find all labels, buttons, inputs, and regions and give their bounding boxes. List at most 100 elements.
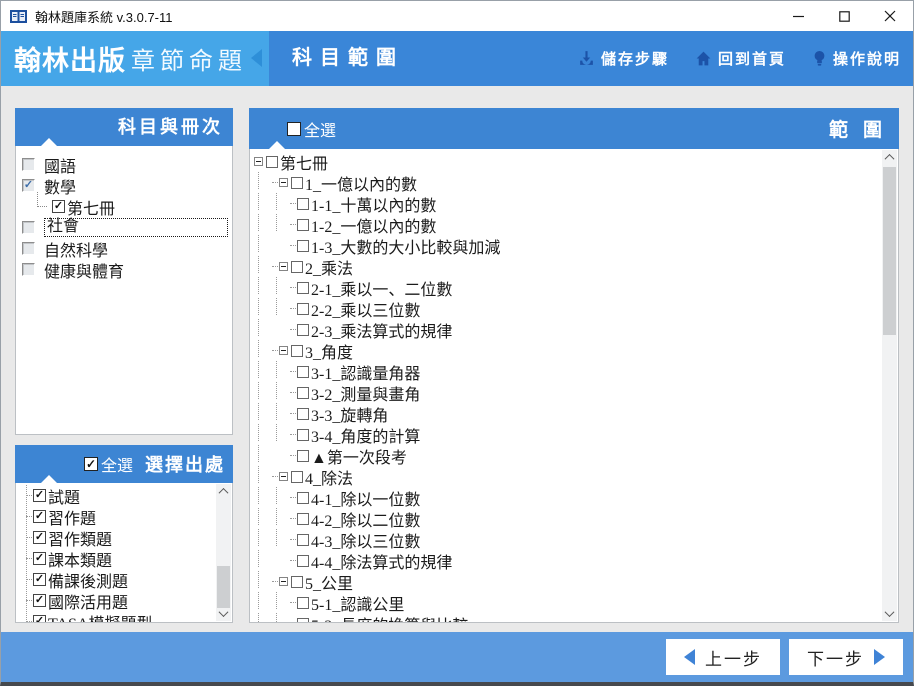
checkbox[interactable]: ✓: [33, 573, 46, 586]
checkbox[interactable]: [297, 533, 309, 546]
checkbox[interactable]: [297, 428, 309, 441]
checkbox[interactable]: [297, 365, 309, 378]
source-row[interactable]: ✓ 國際活用題: [16, 590, 216, 612]
tree-node-label[interactable]: 5-2_長度的換算與比較: [311, 612, 468, 623]
source-row[interactable]: ✓ 習作類題: [16, 527, 216, 549]
tree-row[interactable]: ▲第一次段考: [250, 445, 882, 467]
tree-row[interactable]: 5-2_長度的換算與比較: [250, 613, 882, 622]
tree-row[interactable]: 3-4_角度的計算: [250, 424, 882, 446]
help-button[interactable]: 操作說明: [812, 48, 901, 69]
collapse-toggle-icon[interactable]: [254, 157, 263, 166]
save-steps-button[interactable]: 儲存步驟: [578, 48, 669, 69]
checkbox[interactable]: [297, 407, 309, 420]
checkbox[interactable]: [297, 239, 309, 252]
checkbox[interactable]: [22, 221, 35, 234]
checkbox[interactable]: ✓: [33, 531, 46, 544]
tree-row[interactable]: 4-4_除法算式的規律: [250, 550, 882, 572]
select-all-checkbox[interactable]: ✓: [83, 457, 98, 471]
tree-row[interactable]: 2-1_乘以一、二位數: [250, 277, 882, 299]
checkbox[interactable]: [22, 158, 35, 171]
tree-scrollbar[interactable]: [882, 150, 897, 621]
checkbox[interactable]: [291, 176, 303, 189]
source-row[interactable]: ✓ 習作題: [16, 506, 216, 528]
scroll-up-button[interactable]: [882, 150, 897, 165]
checkbox[interactable]: ✓: [33, 552, 46, 565]
subject-row[interactable]: 社會: [16, 217, 232, 238]
collapse-toggle-icon[interactable]: [279, 178, 288, 187]
checkbox[interactable]: [22, 242, 35, 255]
source-row[interactable]: ✓ 備課後測題: [16, 569, 216, 591]
checkbox[interactable]: ✓: [33, 489, 46, 502]
tree-row[interactable]: 1-1_十萬以內的數: [250, 193, 882, 215]
checkbox[interactable]: ✓: [33, 594, 46, 607]
checkbox[interactable]: [297, 449, 309, 462]
home-button[interactable]: 回到首頁: [695, 48, 786, 69]
scroll-thumb[interactable]: [217, 566, 230, 608]
tree-row[interactable]: 4-2_除以二位數: [250, 508, 882, 530]
checkbox[interactable]: [297, 323, 309, 336]
tree-row[interactable]: 第七冊: [250, 151, 882, 173]
subject-row[interactable]: 健康與體育: [16, 258, 232, 282]
checkbox[interactable]: [297, 281, 309, 294]
source-row[interactable]: ✓ 試題: [16, 485, 216, 507]
select-all-checkbox[interactable]: [287, 121, 301, 136]
checkbox[interactable]: [297, 554, 309, 567]
subject-row[interactable]: 自然科學: [16, 238, 232, 260]
scope-select-all[interactable]: 全選: [287, 117, 336, 141]
collapse-toggle-icon[interactable]: [279, 577, 288, 586]
close-button[interactable]: [867, 1, 913, 31]
sources-scrollbar[interactable]: [216, 484, 231, 621]
subject-label[interactable]: 社會: [44, 218, 228, 237]
checkbox[interactable]: [291, 470, 303, 483]
checkbox[interactable]: [297, 512, 309, 525]
tree-row[interactable]: 2_乘法: [250, 256, 882, 278]
tree-row[interactable]: 3_角度: [250, 340, 882, 362]
checkbox[interactable]: [22, 263, 35, 276]
checkbox[interactable]: ✓: [33, 510, 46, 523]
maximize-button[interactable]: [821, 1, 867, 31]
tree-row[interactable]: 3-3_旋轉角: [250, 403, 882, 425]
checkbox[interactable]: [291, 344, 303, 357]
scroll-thumb[interactable]: [883, 167, 896, 335]
minimize-button[interactable]: [775, 1, 821, 31]
tree-row[interactable]: 2-3_乘法算式的規律: [250, 319, 882, 341]
checkbox[interactable]: [291, 575, 303, 588]
tree-row[interactable]: 1-2_一億以內的數: [250, 214, 882, 236]
subject-row[interactable]: ✓ 數學: [16, 175, 232, 197]
checkbox[interactable]: [297, 197, 309, 210]
tree-row[interactable]: 2-2_乘以三位數: [250, 298, 882, 320]
collapse-toggle-icon[interactable]: [279, 262, 288, 271]
checkbox[interactable]: [297, 491, 309, 504]
source-row[interactable]: ✓ 課本類題: [16, 548, 216, 570]
checkbox[interactable]: ✓: [52, 200, 65, 213]
sources-select-all[interactable]: ✓ 全選: [83, 452, 133, 476]
checkbox[interactable]: ✓: [22, 179, 35, 192]
tree-row[interactable]: 3-2_測量與畫角: [250, 382, 882, 404]
next-step-button[interactable]: 下一步: [789, 639, 903, 675]
checkbox[interactable]: [297, 596, 309, 609]
collapse-toggle-icon[interactable]: [279, 346, 288, 355]
scroll-down-button[interactable]: [216, 606, 231, 621]
tree-row[interactable]: 5-1_認識公里: [250, 592, 882, 614]
subject-label[interactable]: 健康與體育: [44, 258, 124, 282]
tree-row[interactable]: 4_除法: [250, 466, 882, 488]
collapse-toggle-icon[interactable]: [279, 472, 288, 481]
scroll-up-button[interactable]: [216, 484, 231, 499]
tree-row[interactable]: 3-1_認識量角器: [250, 361, 882, 383]
checkbox[interactable]: [297, 617, 309, 622]
source-label[interactable]: TASA模擬題型: [48, 610, 153, 623]
checkbox[interactable]: ✓: [33, 615, 46, 622]
checkbox[interactable]: [297, 386, 309, 399]
previous-step-button[interactable]: 上一步: [666, 639, 780, 675]
tree-row[interactable]: 5_公里: [250, 571, 882, 593]
checkbox[interactable]: [297, 302, 309, 315]
tree-row[interactable]: 4-1_除以一位數: [250, 487, 882, 509]
subject-row[interactable]: 國語: [16, 154, 232, 176]
tree-row[interactable]: 1_一億以內的數: [250, 172, 882, 194]
subject-row[interactable]: ✓ 第七冊: [16, 192, 232, 218]
checkbox[interactable]: [297, 218, 309, 231]
checkbox[interactable]: [266, 155, 278, 168]
source-row[interactable]: ✓TASA模擬題型: [16, 610, 216, 623]
tree-row[interactable]: 1-3_大數的大小比較與加減: [250, 235, 882, 257]
tree-row[interactable]: 4-3_除以三位數: [250, 529, 882, 551]
